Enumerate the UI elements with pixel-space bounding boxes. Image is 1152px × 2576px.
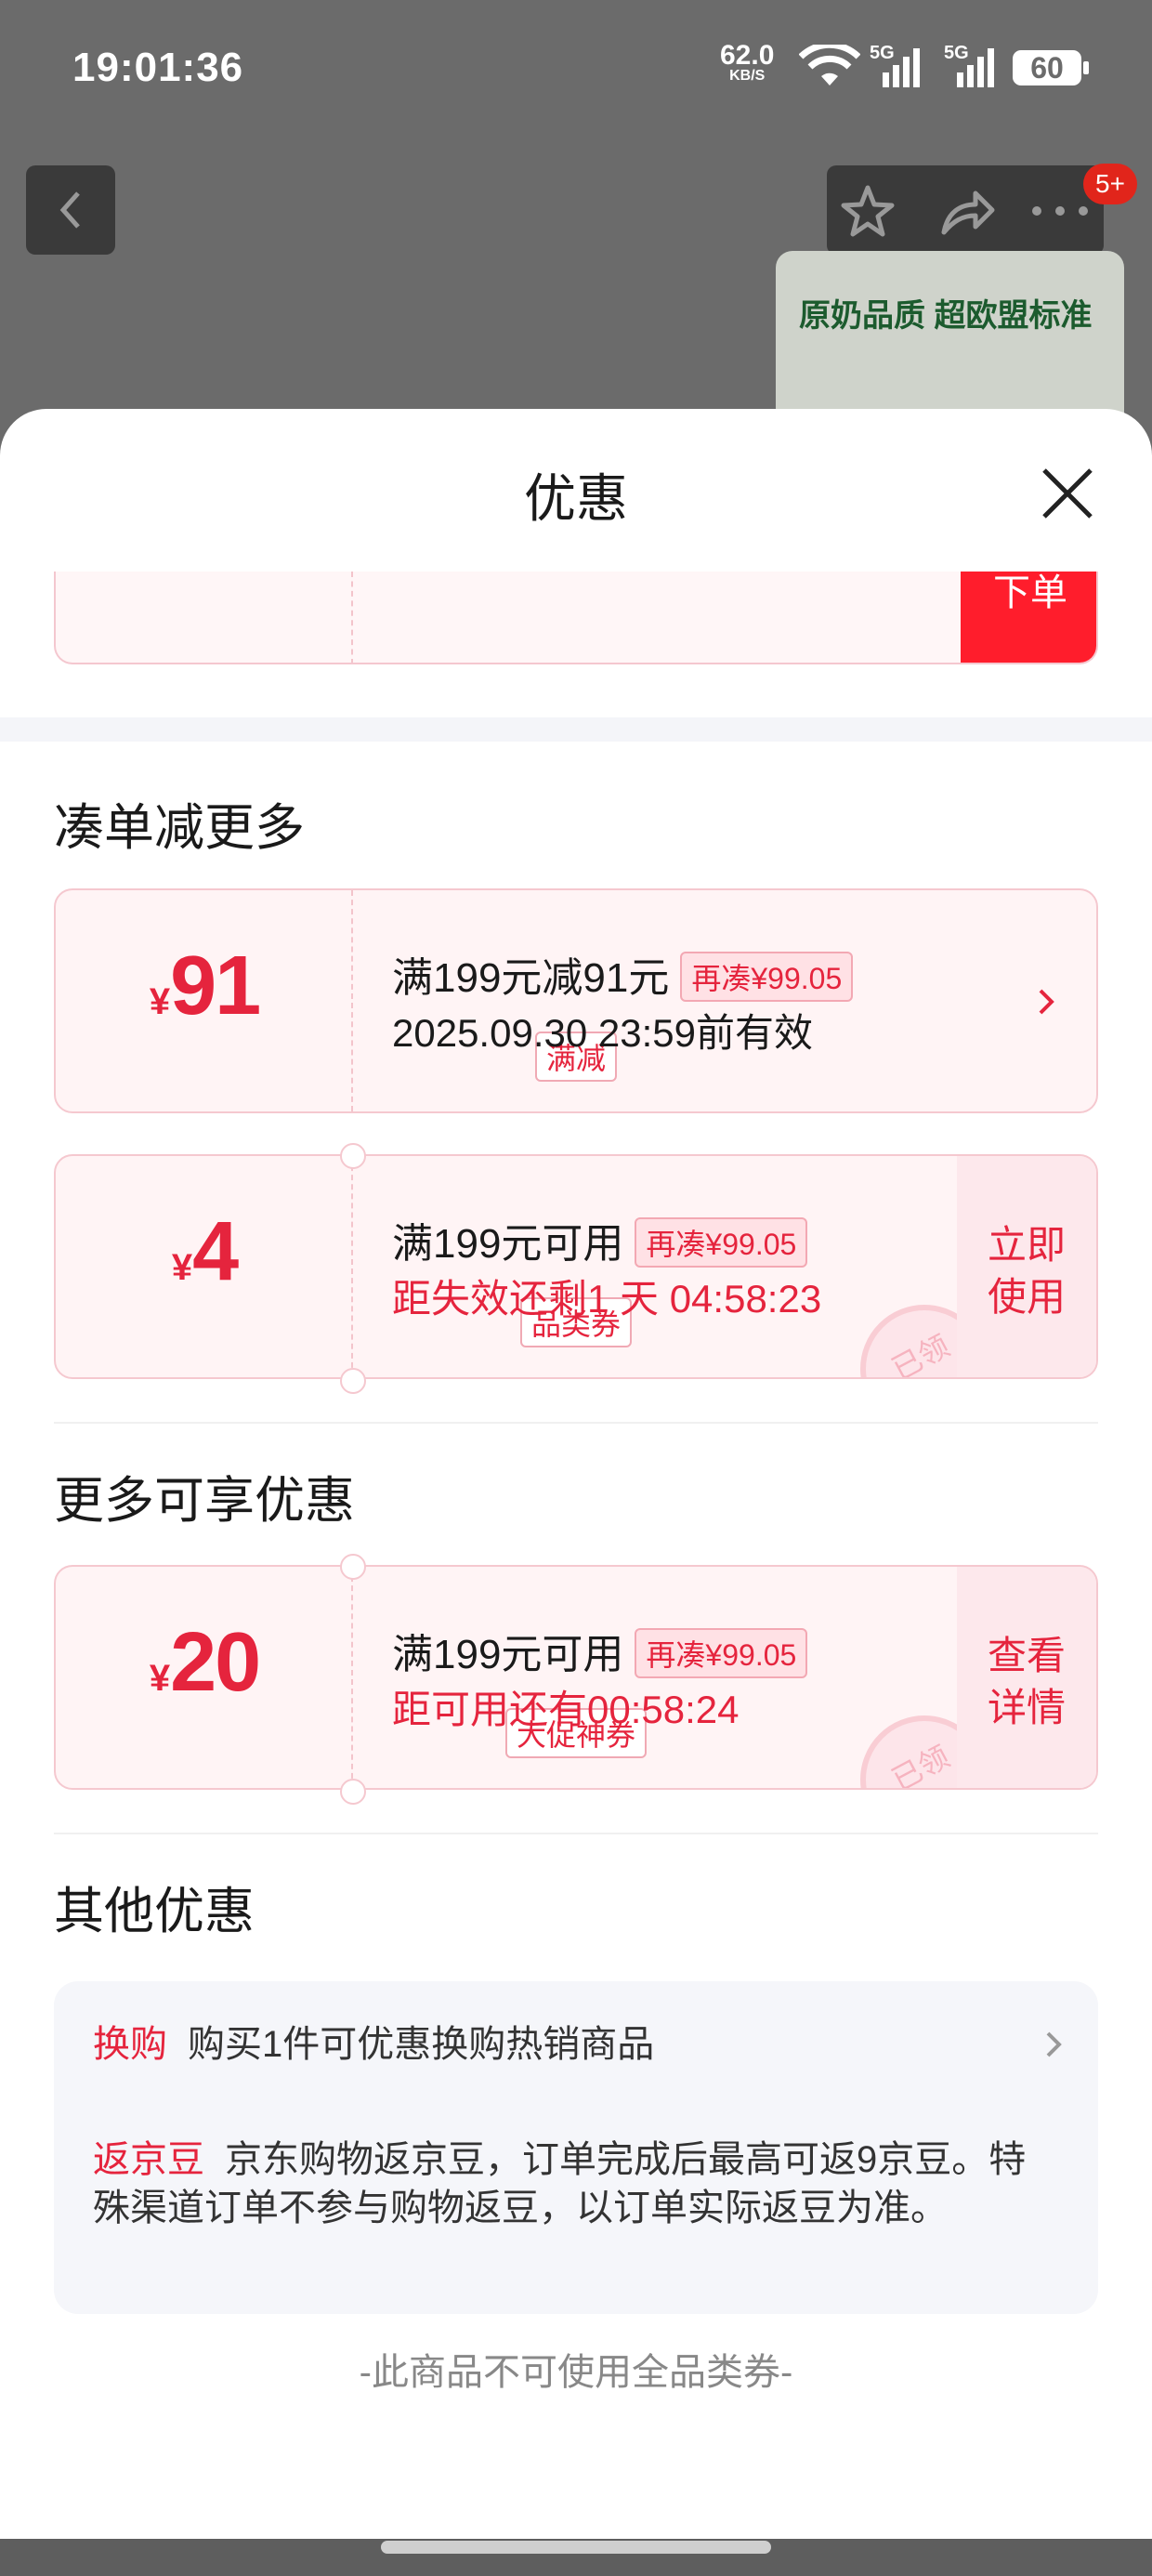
close-icon[interactable] xyxy=(1039,465,1096,522)
back-button[interactable] xyxy=(26,165,115,255)
section-title-other: 其他优惠 xyxy=(54,1884,255,1939)
use-now-button[interactable]: 立即 使用 xyxy=(957,1156,1096,1377)
home-indicator[interactable] xyxy=(381,2541,771,2554)
network-speed-value: 62.0 xyxy=(720,40,775,71)
chevron-right-icon[interactable] xyxy=(1033,983,1059,1020)
order-button-label: 下单 xyxy=(993,572,1067,613)
amount-value: 4 xyxy=(192,1205,239,1298)
use-now-label-1: 立即 xyxy=(987,1223,1066,1267)
other-offers-box: 换购 购买1件可优惠换购热销商品 返京豆 京东购物返京豆，订单完成后最高可返9京豆。… xyxy=(54,1981,1098,2314)
use-now-label-2: 使用 xyxy=(987,1275,1066,1319)
promotion-sheet: 优惠 下单 凑单减更多 ¥91 满减 满199元减91元 再凑¥99.05 202… xyxy=(0,409,1152,2539)
top-action-bar xyxy=(827,165,1104,255)
card-notch xyxy=(340,1554,366,1580)
jingdou-text: 京东购物返京豆，订单完成后最高可返9京豆。特殊渠道订单不参与购物返豆，以订单实际… xyxy=(93,2139,1027,2228)
footer-note: -此商品不可使用全品类券- xyxy=(359,2352,793,2393)
battery-icon: 60 xyxy=(1013,50,1081,85)
add-on-pill: 再凑¥99.05 xyxy=(680,952,854,1003)
exchange-label: 换购 xyxy=(93,2024,167,2065)
coupon-amount: ¥20 xyxy=(56,1615,353,1711)
order-button[interactable]: 下单 xyxy=(961,572,1096,663)
signal-icon xyxy=(957,48,994,87)
amount-value: 20 xyxy=(170,1616,261,1709)
add-on-pill: 再凑¥99.05 xyxy=(635,1628,808,1679)
section-title-more-discount: 凑单减更多 xyxy=(54,800,305,856)
coupon-amount: ¥91 xyxy=(56,939,353,1034)
coupon-card-promo: ¥20 大促神券 满199元可用 再凑¥99.05 距可用还有00:58:24 已… xyxy=(54,1565,1098,1790)
section-title-more-enjoy: 更多可享优惠 xyxy=(54,1473,355,1529)
coupon-validity: 2025.09.30 23:59前有效 xyxy=(392,1011,813,1055)
chevron-right-icon[interactable] xyxy=(1041,2026,1067,2063)
card-notch xyxy=(340,1368,366,1394)
product-banner-text: 原奶品质 超欧盟标准 xyxy=(799,298,1093,334)
coupon-condition-text: 满199元可用 xyxy=(392,1632,624,1677)
coupon-countdown: 距可用还有00:58:24 xyxy=(392,1688,740,1731)
more-icon[interactable] xyxy=(1028,197,1093,225)
view-details-button[interactable]: 查看 详情 xyxy=(957,1567,1096,1788)
chevron-left-icon xyxy=(59,191,80,229)
view-details-label-2: 详情 xyxy=(987,1686,1066,1729)
currency-symbol: ¥ xyxy=(149,1658,171,1699)
exchange-offer-row[interactable]: 换购 购买1件可优惠换购热销商品 xyxy=(93,2020,1022,2069)
add-on-pill: 再凑¥99.05 xyxy=(635,1217,808,1268)
network-speed-unit: KB/S xyxy=(729,68,766,84)
currency-symbol: ¥ xyxy=(171,1247,193,1288)
coupon-condition-text: 满199元减91元 xyxy=(392,955,670,1001)
star-icon[interactable] xyxy=(838,182,897,242)
battery-tip xyxy=(1083,61,1089,74)
amount-value: 91 xyxy=(170,940,261,1032)
coupon-countdown: 距失效还剩1 天 04:58:23 xyxy=(392,1277,822,1321)
share-icon[interactable] xyxy=(936,182,996,242)
card-divider xyxy=(351,572,355,663)
card-notch xyxy=(340,1143,366,1169)
coupon-amount: ¥4 xyxy=(56,1204,353,1300)
jingdou-label: 返京豆 xyxy=(93,2139,204,2180)
section-separator xyxy=(54,1422,1098,1424)
sheet-title: 优惠 xyxy=(524,469,628,528)
section-separator xyxy=(54,1833,1098,1834)
view-details-label-1: 查看 xyxy=(987,1634,1066,1677)
currency-symbol: ¥ xyxy=(149,981,171,1022)
claimed-stamp-text: 已领 xyxy=(886,1328,955,1379)
signal-icon xyxy=(883,48,920,87)
exchange-text: 购买1件可优惠换购热销商品 xyxy=(188,2024,655,2065)
coupon-card-category: ¥4 品类券 满199元可用 再凑¥99.05 距失效还剩1 天 04:58:23… xyxy=(54,1154,1098,1379)
wifi-icon xyxy=(799,45,860,85)
jingdou-offer-row: 返京豆 京东购物返京豆，订单完成后最高可返9京豆。特殊渠道订单不参与购物返豆，以订… xyxy=(93,2136,1031,2232)
network-speed: 62.0 KB/S xyxy=(720,40,775,84)
coupon-condition: 满199元可用 再凑¥99.05 xyxy=(392,1210,808,1271)
card-notch xyxy=(340,1779,366,1805)
coupon-condition-text: 满199元可用 xyxy=(392,1221,624,1267)
status-bar: 19:01:36 62.0 KB/S 5G 5G 60 xyxy=(0,0,1152,139)
coupon-condition: 满199元可用 再凑¥99.05 xyxy=(392,1621,808,1682)
coupon-card-partial: 下单 xyxy=(54,572,1098,664)
status-time: 19:01:36 xyxy=(72,45,244,90)
notification-badge: 5+ xyxy=(1083,164,1137,204)
section-divider xyxy=(0,717,1152,742)
claimed-stamp-text: 已领 xyxy=(886,1739,955,1790)
coupon-condition: 满199元减91元 再凑¥99.05 xyxy=(392,944,854,1005)
coupon-card-full-reduction[interactable]: ¥91 满减 满199元减91元 再凑¥99.05 2025.09.30 23:5… xyxy=(54,888,1098,1113)
